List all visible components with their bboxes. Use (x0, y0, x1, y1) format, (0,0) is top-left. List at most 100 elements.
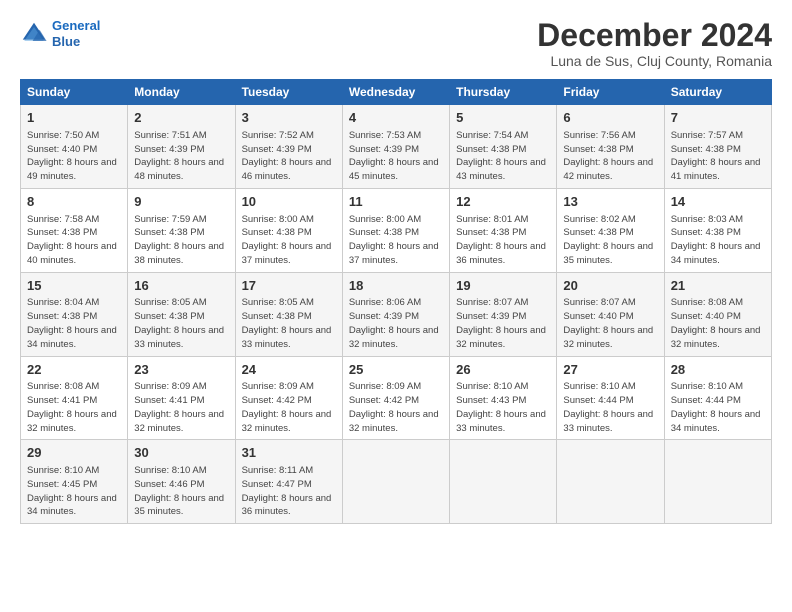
day-cell: 18 Sunrise: 8:06 AMSunset: 4:39 PMDayligh… (342, 272, 449, 356)
day-cell: 12 Sunrise: 8:01 AMSunset: 4:38 PMDayligh… (450, 188, 557, 272)
day-info: Sunrise: 7:58 AMSunset: 4:38 PMDaylight:… (27, 214, 117, 266)
day-number: 1 (27, 109, 121, 127)
day-number: 2 (134, 109, 228, 127)
day-cell: 26 Sunrise: 8:10 AMSunset: 4:43 PMDayligh… (450, 356, 557, 440)
day-info: Sunrise: 7:50 AMSunset: 4:40 PMDaylight:… (27, 130, 117, 182)
day-info: Sunrise: 8:03 AMSunset: 4:38 PMDaylight:… (671, 214, 761, 266)
main-title: December 2024 (537, 18, 772, 53)
week-row-2: 8Sunrise: 7:58 AMSunset: 4:38 PMDaylight… (21, 188, 772, 272)
day-info: Sunrise: 7:56 AMSunset: 4:38 PMDaylight:… (563, 130, 653, 182)
day-number: 4 (349, 109, 443, 127)
day-cell (557, 440, 664, 524)
day-number: 22 (27, 361, 121, 379)
day-cell: 7Sunrise: 7:57 AMSunset: 4:38 PMDaylight… (664, 105, 771, 189)
day-info: Sunrise: 8:09 AMSunset: 4:41 PMDaylight:… (134, 381, 224, 433)
day-number: 25 (349, 361, 443, 379)
day-number: 9 (134, 193, 228, 211)
logo-general: General (52, 18, 100, 33)
day-info: Sunrise: 7:59 AMSunset: 4:38 PMDaylight:… (134, 214, 224, 266)
day-number: 21 (671, 277, 765, 295)
day-cell (664, 440, 771, 524)
day-cell: 25Sunrise: 8:09 AMSunset: 4:42 PMDayligh… (342, 356, 449, 440)
day-cell: 3 Sunrise: 7:52 AMSunset: 4:39 PMDaylight… (235, 105, 342, 189)
day-info: Sunrise: 7:52 AMSunset: 4:39 PMDaylight:… (242, 130, 332, 182)
day-cell: 31 Sunrise: 8:11 AMSunset: 4:47 PMDayligh… (235, 440, 342, 524)
day-info: Sunrise: 8:11 AMSunset: 4:47 PMDaylight:… (242, 465, 332, 517)
col-header-saturday: Saturday (664, 80, 771, 105)
day-number: 26 (456, 361, 550, 379)
day-info: Sunrise: 8:07 AMSunset: 4:40 PMDaylight:… (563, 297, 653, 349)
week-row-3: 15Sunrise: 8:04 AMSunset: 4:38 PMDayligh… (21, 272, 772, 356)
logo-icon (20, 20, 48, 48)
day-cell: 6 Sunrise: 7:56 AMSunset: 4:38 PMDaylight… (557, 105, 664, 189)
day-cell: 29Sunrise: 8:10 AMSunset: 4:45 PMDayligh… (21, 440, 128, 524)
day-cell: 17 Sunrise: 8:05 AMSunset: 4:38 PMDayligh… (235, 272, 342, 356)
day-cell (342, 440, 449, 524)
day-info: Sunrise: 8:10 AMSunset: 4:44 PMDaylight:… (563, 381, 653, 433)
day-info: Sunrise: 8:08 AMSunset: 4:41 PMDaylight:… (27, 381, 117, 433)
col-header-monday: Monday (128, 80, 235, 105)
day-info: Sunrise: 8:05 AMSunset: 4:38 PMDaylight:… (134, 297, 224, 349)
day-cell: 16 Sunrise: 8:05 AMSunset: 4:38 PMDayligh… (128, 272, 235, 356)
day-number: 18 (349, 277, 443, 295)
day-number: 14 (671, 193, 765, 211)
day-info: Sunrise: 8:08 AMSunset: 4:40 PMDaylight:… (671, 297, 761, 349)
day-number: 10 (242, 193, 336, 211)
day-number: 29 (27, 444, 121, 462)
page: General Blue December 2024 Luna de Sus, … (0, 0, 792, 612)
subtitle: Luna de Sus, Cluj County, Romania (537, 53, 772, 69)
day-cell: 4 Sunrise: 7:53 AMSunset: 4:39 PMDaylight… (342, 105, 449, 189)
week-row-1: 1 Sunrise: 7:50 AMSunset: 4:40 PMDaylight… (21, 105, 772, 189)
day-number: 23 (134, 361, 228, 379)
day-info: Sunrise: 7:54 AMSunset: 4:38 PMDaylight:… (456, 130, 546, 182)
day-number: 31 (242, 444, 336, 462)
col-header-wednesday: Wednesday (342, 80, 449, 105)
day-cell: 8Sunrise: 7:58 AMSunset: 4:38 PMDaylight… (21, 188, 128, 272)
col-header-thursday: Thursday (450, 80, 557, 105)
day-cell (450, 440, 557, 524)
day-cell: 9 Sunrise: 7:59 AMSunset: 4:38 PMDaylight… (128, 188, 235, 272)
day-info: Sunrise: 8:00 AMSunset: 4:38 PMDaylight:… (242, 214, 332, 266)
day-cell: 15Sunrise: 8:04 AMSunset: 4:38 PMDayligh… (21, 272, 128, 356)
col-header-sunday: Sunday (21, 80, 128, 105)
day-cell: 23 Sunrise: 8:09 AMSunset: 4:41 PMDayligh… (128, 356, 235, 440)
day-number: 3 (242, 109, 336, 127)
col-header-tuesday: Tuesday (235, 80, 342, 105)
day-cell: 13Sunrise: 8:02 AMSunset: 4:38 PMDayligh… (557, 188, 664, 272)
day-cell: 22 Sunrise: 8:08 AMSunset: 4:41 PMDayligh… (21, 356, 128, 440)
day-cell: 24 Sunrise: 8:09 AMSunset: 4:42 PMDayligh… (235, 356, 342, 440)
day-number: 17 (242, 277, 336, 295)
day-number: 24 (242, 361, 336, 379)
day-number: 27 (563, 361, 657, 379)
day-cell: 11 Sunrise: 8:00 AMSunset: 4:38 PMDayligh… (342, 188, 449, 272)
title-block: December 2024 Luna de Sus, Cluj County, … (537, 18, 772, 69)
day-info: Sunrise: 8:04 AMSunset: 4:38 PMDaylight:… (27, 297, 117, 349)
day-info: Sunrise: 8:01 AMSunset: 4:38 PMDaylight:… (456, 214, 546, 266)
day-cell: 20 Sunrise: 8:07 AMSunset: 4:40 PMDayligh… (557, 272, 664, 356)
week-row-5: 29Sunrise: 8:10 AMSunset: 4:45 PMDayligh… (21, 440, 772, 524)
day-info: Sunrise: 7:51 AMSunset: 4:39 PMDaylight:… (134, 130, 224, 182)
day-cell: 5Sunrise: 7:54 AMSunset: 4:38 PMDaylight… (450, 105, 557, 189)
day-info: Sunrise: 8:00 AMSunset: 4:38 PMDaylight:… (349, 214, 439, 266)
day-cell: 19Sunrise: 8:07 AMSunset: 4:39 PMDayligh… (450, 272, 557, 356)
day-number: 20 (563, 277, 657, 295)
day-cell: 10 Sunrise: 8:00 AMSunset: 4:38 PMDayligh… (235, 188, 342, 272)
logo-text: General Blue (52, 18, 100, 49)
day-cell: 21 Sunrise: 8:08 AMSunset: 4:40 PMDayligh… (664, 272, 771, 356)
day-info: Sunrise: 8:10 AMSunset: 4:44 PMDaylight:… (671, 381, 761, 433)
logo: General Blue (20, 18, 100, 49)
day-number: 11 (349, 193, 443, 211)
calendar-table: SundayMondayTuesdayWednesdayThursdayFrid… (20, 79, 772, 524)
day-info: Sunrise: 8:02 AMSunset: 4:38 PMDaylight:… (563, 214, 653, 266)
header-row: SundayMondayTuesdayWednesdayThursdayFrid… (21, 80, 772, 105)
day-number: 16 (134, 277, 228, 295)
day-info: Sunrise: 8:10 AMSunset: 4:43 PMDaylight:… (456, 381, 546, 433)
day-info: Sunrise: 8:05 AMSunset: 4:38 PMDaylight:… (242, 297, 332, 349)
day-cell: 28Sunrise: 8:10 AMSunset: 4:44 PMDayligh… (664, 356, 771, 440)
day-number: 6 (563, 109, 657, 127)
day-info: Sunrise: 8:09 AMSunset: 4:42 PMDaylight:… (242, 381, 332, 433)
day-number: 12 (456, 193, 550, 211)
day-number: 7 (671, 109, 765, 127)
day-info: Sunrise: 7:53 AMSunset: 4:39 PMDaylight:… (349, 130, 439, 182)
day-info: Sunrise: 8:06 AMSunset: 4:39 PMDaylight:… (349, 297, 439, 349)
